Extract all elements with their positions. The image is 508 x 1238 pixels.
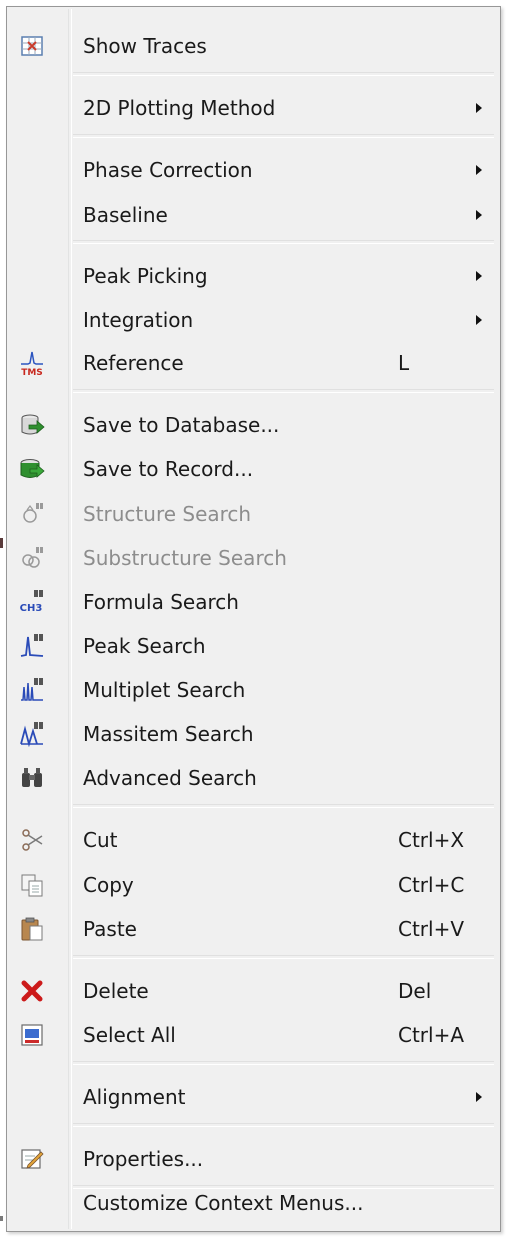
menu-item-select-all[interactable]: Select All Ctrl+A — [7, 1015, 500, 1055]
background-fragment — [0, 1216, 3, 1221]
menu-item-label: Properties... — [83, 1147, 204, 1171]
menu-item-label: Massitem Search — [83, 722, 254, 746]
menu-item-customize-context-menus[interactable]: Customize Context Menus... — [7, 1183, 500, 1223]
menu-item-label: Show Traces — [83, 34, 207, 58]
copy-icon — [19, 872, 45, 898]
menu-item-shortcut: Ctrl+V — [398, 917, 465, 941]
select-all-icon — [19, 1022, 45, 1048]
menu-item-label: Phase Correction — [83, 158, 253, 182]
properties-icon — [19, 1146, 45, 1172]
menu-item-label: Select All — [83, 1023, 176, 1047]
menu-separator — [73, 389, 494, 393]
menu-item-label: Advanced Search — [83, 766, 257, 790]
menu-item-label: Substructure Search — [83, 546, 287, 570]
menu-item-advanced-search[interactable]: Advanced Search — [7, 758, 500, 798]
menu-item-label: Formula Search — [83, 590, 239, 614]
submenu-arrow-icon — [476, 165, 482, 175]
submenu-arrow-icon — [476, 103, 482, 113]
menu-item-shortcut: L — [398, 351, 410, 375]
menu-item-reference[interactable]: TMS Reference L — [7, 343, 500, 383]
tms-reference-icon: TMS — [19, 350, 45, 376]
menu-item-structure-search: Structure Search — [7, 494, 500, 534]
menu-item-delete[interactable]: Delete Del — [7, 971, 500, 1011]
submenu-arrow-icon — [476, 315, 482, 325]
substructure-search-icon — [19, 545, 45, 571]
menu-item-shortcut: Ctrl+C — [398, 873, 465, 897]
scissors-icon — [19, 827, 45, 853]
save-record-icon — [19, 456, 45, 482]
submenu-arrow-icon — [476, 271, 482, 281]
menu-item-integration[interactable]: Integration — [7, 300, 500, 340]
menu-separator — [73, 804, 494, 808]
menu-separator — [73, 240, 494, 244]
traces-icon — [19, 33, 45, 59]
menu-item-formula-search[interactable]: CH3 Formula Search — [7, 582, 500, 622]
menu-item-multiplet-search[interactable]: Multiplet Search — [7, 670, 500, 710]
menu-item-show-traces[interactable]: Show Traces — [7, 26, 500, 66]
menu-item-shortcut: Ctrl+A — [398, 1023, 465, 1047]
menu-item-shortcut: Del — [398, 979, 432, 1003]
massitem-search-icon — [19, 721, 45, 747]
menu-item-label: Structure Search — [83, 502, 252, 526]
menu-item-label: Save to Record... — [83, 457, 254, 481]
menu-separator — [73, 1061, 494, 1065]
menu-item-save-to-database[interactable]: Save to Database... — [7, 405, 500, 445]
menu-item-peak-search[interactable]: Peak Search — [7, 626, 500, 666]
binoculars-icon — [19, 765, 45, 791]
menu-item-shortcut: Ctrl+X — [398, 828, 465, 852]
menu-item-label: 2D Plotting Method — [83, 96, 276, 120]
menu-item-label: Reference — [83, 351, 184, 375]
menu-item-label: Baseline — [83, 203, 168, 227]
submenu-arrow-icon — [476, 1092, 482, 1102]
menu-item-substructure-search: Substructure Search — [7, 538, 500, 578]
menu-separator — [73, 134, 494, 138]
menu-item-label: Paste — [83, 917, 137, 941]
menu-item-save-to-record[interactable]: Save to Record... — [7, 449, 500, 489]
menu-item-massitem-search[interactable]: Massitem Search — [7, 714, 500, 754]
menu-item-cut[interactable]: Cut Ctrl+X — [7, 820, 500, 860]
delete-x-icon — [19, 978, 45, 1004]
menu-item-label: Copy — [83, 873, 134, 897]
menu-item-label: Peak Search — [83, 634, 206, 658]
context-menu: Show Traces 2D Plotting Method Phase Cor… — [6, 6, 501, 1232]
menu-item-alignment[interactable]: Alignment — [7, 1077, 500, 1117]
menu-separator — [73, 72, 494, 76]
multiplet-search-icon — [19, 677, 45, 703]
menu-item-label: Cut — [83, 828, 118, 852]
menu-item-label: Multiplet Search — [83, 678, 246, 702]
menu-item-baseline[interactable]: Baseline — [7, 195, 500, 235]
peak-search-icon — [19, 633, 45, 659]
submenu-arrow-icon — [476, 210, 482, 220]
menu-item-paste[interactable]: Paste Ctrl+V — [7, 909, 500, 949]
formula-icon-text: CH3 — [20, 603, 43, 614]
menu-item-label: Peak Picking — [83, 264, 208, 288]
tms-icon-text: TMS — [21, 368, 43, 376]
formula-search-icon: CH3 — [19, 589, 45, 615]
paste-icon — [19, 916, 45, 942]
menu-item-copy[interactable]: Copy Ctrl+C — [7, 865, 500, 905]
menu-item-label: Delete — [83, 979, 149, 1003]
menu-item-peak-picking[interactable]: Peak Picking — [7, 256, 500, 296]
background-fragment — [0, 538, 3, 548]
structure-search-icon — [19, 501, 45, 527]
menu-item-phase-correction[interactable]: Phase Correction — [7, 150, 500, 190]
menu-separator — [73, 955, 494, 959]
menu-separator — [73, 1123, 494, 1127]
menu-item-2d-plotting-method[interactable]: 2D Plotting Method — [7, 88, 500, 128]
menu-item-label: Save to Database... — [83, 413, 280, 437]
menu-item-properties[interactable]: Properties... — [7, 1139, 500, 1179]
menu-item-label: Customize Context Menus... — [83, 1191, 364, 1215]
menu-item-label: Integration — [83, 308, 194, 332]
save-database-icon — [19, 412, 45, 438]
menu-item-label: Alignment — [83, 1085, 186, 1109]
